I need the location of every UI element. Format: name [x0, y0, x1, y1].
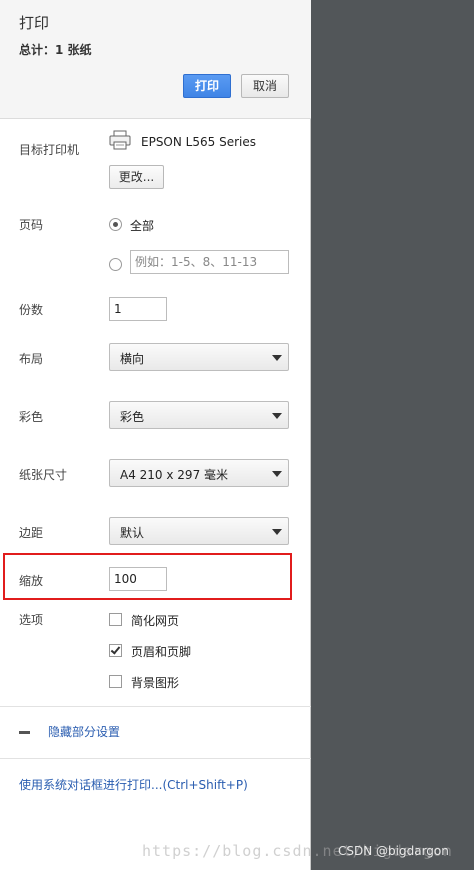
color-select[interactable]: 彩色: [109, 401, 289, 429]
background-graphics-label: 背景图形: [131, 676, 180, 690]
system-dialog-link[interactable]: 使用系统对话框进行打印...(Ctrl+Shift+P): [19, 776, 248, 793]
print-button[interactable]: 打印: [183, 74, 231, 98]
chevron-down-icon: [272, 529, 282, 535]
divider: [0, 706, 311, 707]
headers-footers-label: 页眉和页脚: [131, 645, 192, 659]
print-settings-panel: 打印 总计：1 张纸 打印 取消 目标打印机 EPSON L565 Series…: [0, 0, 311, 870]
checkmark-icon: [110, 644, 121, 655]
copies-input[interactable]: 1: [109, 297, 167, 321]
change-printer-button[interactable]: 更改...: [109, 165, 164, 189]
chevron-down-icon: [272, 471, 282, 477]
chevron-down-icon: [272, 413, 282, 419]
margins-select[interactable]: 默认: [109, 517, 289, 545]
headers-footers-checkbox[interactable]: [109, 644, 122, 657]
layout-select[interactable]: 横向: [109, 343, 289, 371]
scale-label: 缩放: [19, 574, 44, 588]
print-header: 打印 总计：1 张纸 打印 取消: [0, 0, 311, 119]
layout-select-value: 横向: [120, 352, 145, 366]
pages-custom-input[interactable]: 例如：1-5、8、11-13: [130, 250, 289, 274]
page-title: 打印: [19, 14, 50, 32]
pages-custom-radio[interactable]: [109, 258, 122, 271]
watermark-credit: CSDN @bigdargon: [338, 844, 449, 858]
pages-all-label: 全部: [130, 219, 155, 233]
margins-label: 边距: [19, 526, 44, 540]
cancel-button[interactable]: 取消: [241, 74, 289, 98]
destination-label: 目标打印机: [19, 143, 80, 157]
margins-select-value: 默认: [120, 526, 145, 540]
chevron-down-icon: [272, 355, 282, 361]
background-graphics-checkbox[interactable]: [109, 675, 122, 688]
layout-label: 布局: [19, 352, 44, 366]
sheet-summary: 总计：1 张纸: [19, 43, 92, 57]
options-label: 选项: [19, 613, 44, 627]
copies-label: 份数: [19, 303, 44, 317]
paper-size-select[interactable]: A4 210 x 297 毫米: [109, 459, 289, 487]
pages-label: 页码: [19, 218, 44, 232]
printer-icon: [109, 130, 131, 150]
color-select-value: 彩色: [120, 410, 145, 424]
collapse-icon[interactable]: [19, 731, 30, 734]
paper-size-select-value: A4 210 x 297 毫米: [120, 468, 229, 482]
divider: [0, 758, 311, 759]
scale-input[interactable]: 100: [109, 567, 167, 591]
printer-name: EPSON L565 Series: [141, 135, 256, 149]
simplify-page-checkbox[interactable]: [109, 613, 122, 626]
print-preview-area: [311, 0, 474, 870]
color-label: 彩色: [19, 410, 44, 424]
pages-all-radio[interactable]: [109, 218, 122, 231]
simplify-page-label: 简化网页: [131, 614, 180, 628]
paper-size-label: 纸张尺寸: [19, 468, 68, 482]
hide-settings-link[interactable]: 隐藏部分设置: [48, 723, 120, 740]
